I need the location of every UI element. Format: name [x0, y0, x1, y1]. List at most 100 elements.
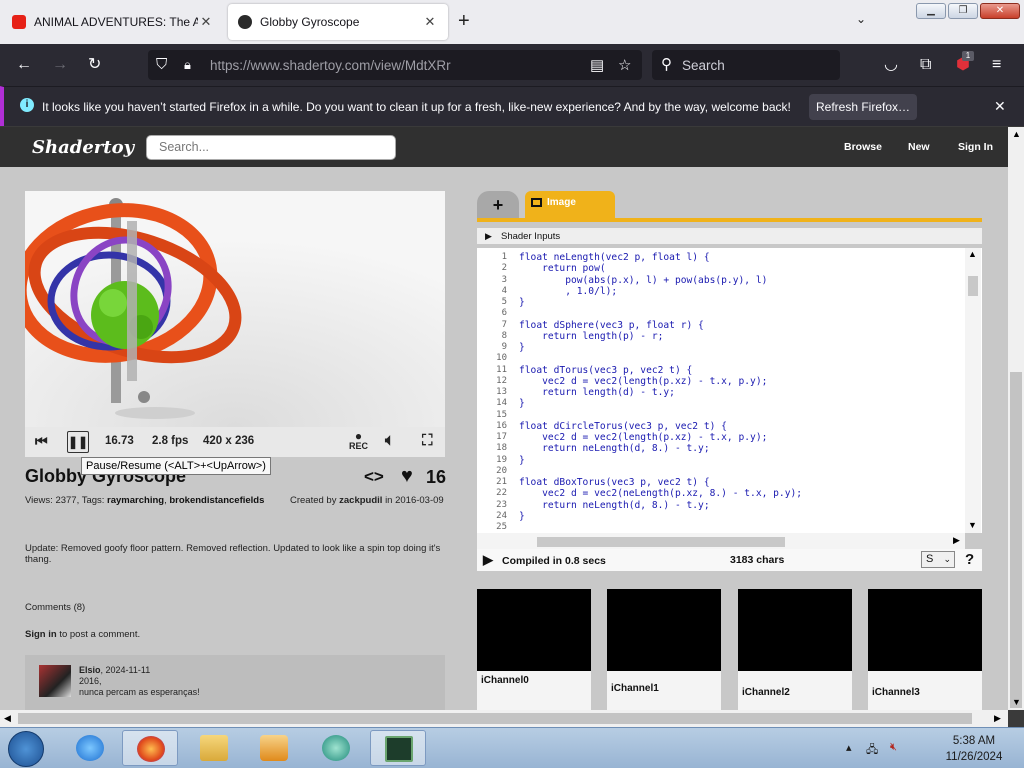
url-text[interactable]: https://www.shadertoy.com/view/MdtXRr [210, 58, 451, 73]
reload-icon[interactable]: ↻ [88, 55, 101, 75]
menu-hamburger-icon[interactable]: ≡ [992, 55, 1001, 75]
volume-icon[interactable]: 🔈︎ [385, 432, 395, 450]
tag-link[interactable]: raymarching [107, 495, 164, 506]
page-horizontal-scrollbar[interactable]: ◀ ▶ [0, 710, 1008, 727]
minimize-button[interactable]: ▁ [916, 3, 946, 19]
system-clock[interactable]: 5:38 AM 11/26/2024 [938, 733, 1010, 765]
reader-view-icon[interactable]: ▤ [590, 56, 604, 74]
sign-in-link[interactable]: Sign in [25, 629, 57, 640]
channel-preview[interactable] [607, 589, 721, 671]
close-tab-icon[interactable]: ✕ [422, 14, 438, 30]
taskbar-internet-explorer[interactable] [62, 730, 118, 766]
scroll-thumb[interactable] [1010, 372, 1022, 708]
taskbar-app[interactable] [308, 730, 364, 766]
pocket-icon[interactable]: ◡ [884, 55, 898, 75]
list-all-tabs-chevron-icon[interactable]: ⌄ [856, 12, 866, 26]
line-number: 22 [496, 488, 507, 499]
scroll-left-icon[interactable]: ◀ [4, 713, 11, 724]
network-icon[interactable]: 🖧︎ [866, 741, 878, 760]
help-icon[interactable]: ? [965, 551, 974, 568]
scroll-right-icon[interactable]: ▶ [953, 535, 960, 546]
font-size-select[interactable]: S ⌄ [921, 551, 955, 568]
embed-code-icon[interactable]: <> [364, 467, 384, 487]
taskbar-file-explorer[interactable] [186, 730, 242, 766]
channel-slot-0[interactable]: iChannel0 [477, 589, 591, 710]
comment-author-link[interactable]: Elsio [79, 665, 101, 675]
channel-preview[interactable] [738, 589, 852, 671]
scroll-up-icon[interactable]: ▲ [1012, 129, 1021, 139]
channel-preview[interactable] [868, 589, 982, 671]
line-number: 13 [496, 387, 507, 397]
code-vertical-scrollbar[interactable]: ▲ ▼ [965, 248, 981, 533]
taskbar-firefox[interactable] [122, 730, 178, 766]
search-bar[interactable]: ⚲ Search [652, 50, 840, 80]
rewind-icon[interactable]: ⏮ [35, 433, 48, 450]
close-notification-icon[interactable]: ✕ [994, 98, 1006, 115]
tag-link[interactable]: brokendistancefields [169, 495, 264, 506]
code-horizontal-scrollbar[interactable]: ▶ [477, 533, 965, 549]
lock-icon[interactable]: 🔒︎ [184, 57, 191, 73]
channel-slot-2[interactable]: iChannel2 [738, 589, 852, 710]
scroll-down-icon[interactable]: ▼ [968, 520, 977, 530]
comments-heading: Comments (8) [25, 602, 86, 613]
nav-browse[interactable]: Browse [844, 141, 882, 153]
refresh-firefox-button[interactable]: Refresh Firefox… [809, 94, 917, 120]
close-tab-icon[interactable]: ✕ [198, 14, 214, 30]
shadertoy-logo[interactable]: Shadertoy [32, 137, 134, 158]
search-placeholder: Search [682, 58, 725, 73]
code-editor[interactable]: 1 2 3 4 5 6 7 8 9 10 11 12 13 14 15 16 17 18 19 20 21 22 23 24 2… [477, 248, 982, 533]
heart-icon[interactable]: ♥ [401, 465, 413, 488]
pause-resume-icon[interactable]: ❚❚ [67, 431, 89, 453]
shader-canvas[interactable] [25, 191, 445, 427]
maximize-button[interactable]: ❐ [948, 3, 978, 19]
scroll-thumb[interactable] [537, 537, 785, 547]
volume-muted-icon[interactable]: 🔇︎ [890, 741, 897, 754]
fullscreen-icon[interactable]: ⛶ [422, 432, 433, 449]
tab-globby-gyroscope[interactable]: Globby Gyroscope ✕ [228, 4, 448, 40]
address-bar[interactable]: ⛉ 🔒︎ https://www.shadertoy.com/view/MdtX… [148, 50, 642, 80]
compile-play-icon[interactable]: ▶ [483, 552, 493, 568]
firefox-icon [137, 736, 165, 762]
start-button[interactable] [8, 731, 44, 767]
record-label: REC [349, 441, 369, 451]
forward-arrow-icon[interactable]: → [52, 55, 68, 75]
show-hidden-icons-chevron-icon[interactable]: ▴ [846, 741, 852, 754]
line-number: 21 [496, 477, 507, 487]
avatar[interactable] [39, 665, 71, 697]
new-tab-button[interactable]: + [458, 10, 470, 32]
nav-sign-in[interactable]: Sign In [958, 141, 993, 153]
channel-preview[interactable] [477, 589, 591, 671]
scroll-thumb[interactable] [968, 276, 978, 296]
shader-inputs-toggle[interactable]: ▶ Shader Inputs [477, 228, 982, 244]
time-display: 16.73 [105, 435, 134, 447]
taskbar-media-player[interactable] [246, 730, 302, 766]
scroll-down-icon[interactable]: ▼ [1012, 697, 1021, 707]
site-search-input[interactable]: Search... [146, 135, 396, 160]
channel-slot-1[interactable]: iChannel1 [607, 589, 721, 710]
close-window-button[interactable]: ✕ [980, 3, 1020, 19]
tab-animal-adventures[interactable]: ANIMAL ADVENTURES: The Ani ✕ [2, 4, 224, 40]
add-buffer-button[interactable]: + [477, 191, 519, 219]
back-arrow-icon[interactable]: ← [16, 55, 32, 75]
scroll-right-icon[interactable]: ▶ [994, 713, 1001, 724]
tab-image[interactable]: Image [525, 191, 615, 219]
channel-label: iChannel2 [742, 687, 790, 698]
compile-status: Compiled in 0.8 secs [502, 555, 606, 567]
bookmark-star-icon[interactable]: ☆ [618, 56, 631, 74]
nav-new[interactable]: New [908, 141, 930, 153]
code-line: , 1.0/l); [519, 285, 618, 297]
resolution-display: 420 x 236 [203, 435, 255, 447]
line-number: 8 [501, 330, 507, 341]
scroll-thumb[interactable] [18, 713, 972, 724]
page-vertical-scrollbar[interactable]: ▲ ▼ [1008, 127, 1024, 710]
taskbar-terminal[interactable] [370, 730, 426, 766]
author-link[interactable]: zackpudil [339, 495, 382, 506]
record-button[interactable]: ● REC [349, 430, 369, 451]
line-number: 20 [496, 465, 507, 476]
gyroscope-render [25, 191, 445, 427]
line-number: 1 [501, 252, 507, 262]
shield-icon[interactable]: ⛉ [156, 56, 167, 73]
scroll-up-icon[interactable]: ▲ [968, 249, 977, 259]
extensions-icon[interactable]: ⧉ [920, 55, 931, 75]
channel-slot-3[interactable]: iChannel3 [868, 589, 982, 710]
